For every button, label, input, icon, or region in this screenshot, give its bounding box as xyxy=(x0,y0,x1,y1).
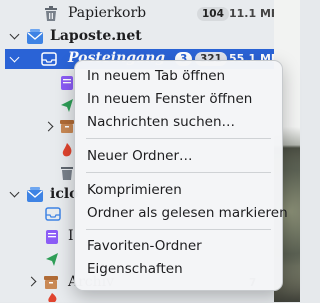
menu-item-favorite-folder[interactable]: Favoriten-Ordner xyxy=(87,238,202,254)
count-badge-trash: 104 xyxy=(197,7,229,21)
folder-label-partial: I xyxy=(68,228,74,244)
size-label-trash: 11.1 MB xyxy=(229,7,280,20)
spam-icon xyxy=(62,143,72,157)
chevron-right-icon[interactable] xyxy=(43,121,54,132)
menu-item-mark-folder-read[interactable]: Ordner als gelesen markieren xyxy=(87,205,288,221)
menu-item-properties[interactable]: Eigenschaften xyxy=(87,261,183,277)
account-label-laposte: Laposte.net xyxy=(50,28,142,44)
inbox-icon xyxy=(45,207,61,221)
menu-item-open-in-new-tab[interactable]: In neuem Tab öffnen xyxy=(87,68,225,84)
draft-icon xyxy=(46,230,58,244)
menu-item-compact[interactable]: Komprimieren xyxy=(87,182,182,198)
menu-separator xyxy=(86,229,271,230)
draft-icon xyxy=(61,76,73,90)
chevron-right-icon[interactable] xyxy=(26,276,37,287)
send-icon xyxy=(61,99,73,112)
mail-account-icon xyxy=(27,187,43,202)
menu-separator xyxy=(86,172,271,173)
trash-icon xyxy=(45,6,57,21)
trash-icon xyxy=(61,167,73,180)
mail-account-icon xyxy=(27,29,43,44)
send-icon xyxy=(46,253,58,266)
chevron-down-icon[interactable] xyxy=(9,29,20,40)
menu-item-open-in-new-window[interactable]: In neuem Fenster öffnen xyxy=(87,91,252,107)
folder-row-trash[interactable]: Papierkorb 104 11.1 MB xyxy=(0,2,279,26)
archive-folder-icon xyxy=(60,120,74,133)
folder-context-menu: In neuem Tab öffnen In neuem Fenster öff… xyxy=(74,60,288,291)
inbox-icon xyxy=(41,52,57,66)
chevron-down-icon[interactable] xyxy=(9,52,20,63)
account-row-laposte[interactable]: Laposte.net xyxy=(0,25,274,49)
folder-label-trash: Papierkorb xyxy=(68,5,147,21)
menu-separator xyxy=(86,138,271,139)
menu-item-new-folder[interactable]: Neuer Ordner… xyxy=(87,148,193,164)
chevron-down-icon[interactable] xyxy=(9,187,20,198)
archive-folder-icon xyxy=(44,276,58,289)
menu-item-search-messages[interactable]: Nachrichten suchen… xyxy=(87,114,235,130)
